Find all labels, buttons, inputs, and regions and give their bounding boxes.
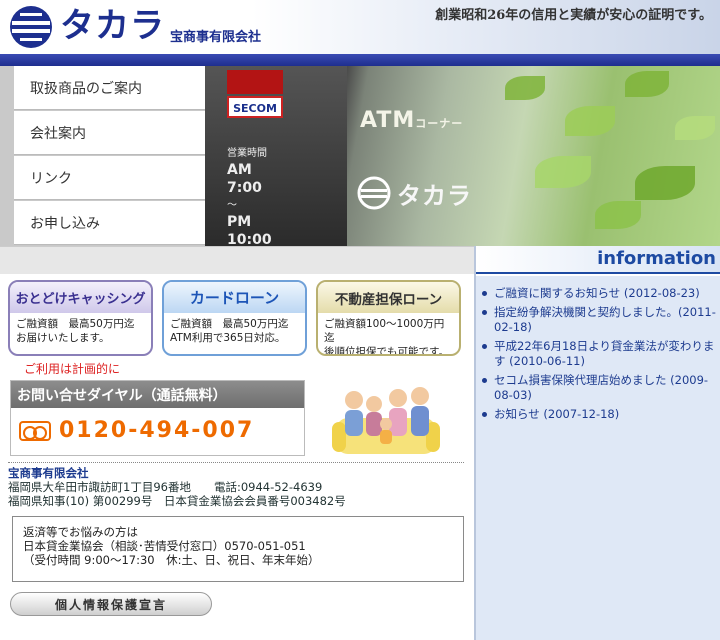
card-body: ご融資額100〜1000万円迄 後順位担保でも可能です。 bbox=[318, 313, 459, 356]
hours-pm: PM 10:00 bbox=[227, 214, 272, 246]
consult-line: （受付時間 9:00〜17:30 休:土、日、祝日、年末年始） bbox=[23, 553, 320, 567]
card-line: ご融資額 最高50万円迄 bbox=[170, 318, 289, 330]
card-card-loan[interactable]: カードローン ご融資額 最高50万円迄 ATM利用で365日対応。 bbox=[162, 280, 307, 356]
nav-item-links[interactable]: リンク bbox=[14, 156, 205, 200]
info-item[interactable]: ご融資に関するお知らせ (2012-08-23) bbox=[480, 286, 716, 301]
company-subtitle: 宝商事有限会社 bbox=[170, 30, 262, 45]
hours-am: AM 7:00 bbox=[227, 162, 262, 196]
hours-sep: 〜 bbox=[227, 200, 237, 211]
consult-line: 返済等でお悩みの方は bbox=[23, 525, 138, 539]
company-address: 福岡県大牟田市諏訪町1丁目96番地 電話:0944-52-4639 bbox=[8, 480, 323, 494]
card-title: おとどけキャッシング bbox=[10, 282, 151, 313]
card-line: ご融資額100〜1000万円迄 bbox=[324, 318, 445, 344]
hero-image: SECOM 営業時間 AM 7:00 〜 PM 10:00 ATMコーナー タカ… bbox=[205, 66, 720, 246]
info-item[interactable]: セコム損害保険代理店始めました (2009-08-03) bbox=[480, 373, 716, 403]
consultation-box: 返済等でお悩みの方は 日本貸金業協会（相談･苦情受付窓口）0570-051-05… bbox=[12, 516, 464, 582]
card-body: ご融資額 最高50万円迄 お届けいたします。 bbox=[10, 313, 151, 349]
leaf-decoration bbox=[625, 71, 669, 97]
atm-label: ATM bbox=[360, 108, 416, 133]
phone-number-row: 0120-494-007 bbox=[11, 408, 304, 453]
company-name: 宝商事有限会社 bbox=[8, 466, 89, 480]
consult-line: 日本貸金業協会（相談･苦情受付窓口）0570-051-051 bbox=[23, 539, 306, 553]
nav-item-apply[interactable]: お申し込み bbox=[14, 201, 205, 245]
nav-item-company[interactable]: 会社案内 bbox=[14, 111, 205, 155]
company-info: 宝商事有限会社 福岡県大牟田市諏訪町1丁目96番地 電話:0944-52-463… bbox=[8, 466, 346, 508]
leaf-decoration bbox=[505, 76, 545, 100]
header: タカラ 宝商事有限会社 創業昭和26年の信用と実績が安心の証明です。 bbox=[0, 0, 720, 54]
company-license: 福岡県知事(10) 第00299号 日本貸金業協会会員番号003482号 bbox=[8, 494, 346, 508]
leaf-decoration bbox=[565, 106, 615, 136]
header-band bbox=[0, 54, 720, 66]
tagline: 創業昭和26年の信用と実績が安心の証明です。 bbox=[435, 8, 712, 23]
card-body: ご融資額 最高50万円迄 ATM利用で365日対応。 bbox=[164, 313, 305, 349]
contact-heading: お問い合せダイヤル（通話無料） bbox=[11, 381, 304, 408]
leaf-decoration bbox=[535, 156, 591, 188]
privacy-policy-button[interactable]: 個人情報保護宣言 bbox=[10, 592, 212, 616]
card-line: お届けいたします。 bbox=[16, 332, 110, 344]
main-nav: 取扱商品のご案内 会社案内 リンク お申し込み bbox=[0, 66, 205, 246]
info-list: ご融資に関するお知らせ (2012-08-23) 指定紛争解決機関と契約しました… bbox=[480, 286, 716, 426]
leaf-decoration bbox=[675, 116, 715, 140]
free-dial-icon bbox=[19, 420, 51, 441]
hero-brand: タカラ bbox=[397, 182, 472, 210]
leaf-decoration bbox=[595, 201, 641, 229]
atm-suffix: コーナー bbox=[415, 117, 464, 130]
card-title: 不動産担保ローン bbox=[318, 282, 459, 313]
brand-name[interactable]: タカラ bbox=[60, 3, 165, 49]
secom-sign: SECOM bbox=[227, 96, 283, 118]
family-illustration bbox=[332, 387, 440, 454]
card-delivery-cashing[interactable]: おとどけキャッシング ご融資額 最高50万円迄 お届けいたします。 bbox=[8, 280, 153, 356]
sign-red-bar bbox=[227, 70, 283, 94]
card-real-estate-loan[interactable]: 不動産担保ローン ご融資額100〜1000万円迄 後順位担保でも可能です。 bbox=[316, 280, 461, 356]
phone-number[interactable]: 0120-494-007 bbox=[59, 418, 254, 443]
info-item[interactable]: 指定紛争解決機関と契約しました。(2011-02-18) bbox=[480, 305, 716, 335]
nav-item-products[interactable]: 取扱商品のご案内 bbox=[14, 66, 205, 110]
hours-title: 営業時間 bbox=[227, 148, 267, 159]
page: タカラ 宝商事有限会社 創業昭和26年の信用と実績が安心の証明です。 取扱商品の… bbox=[0, 0, 720, 640]
info-title: information bbox=[597, 248, 716, 269]
info-header: information bbox=[476, 246, 720, 274]
info-item[interactable]: お知らせ (2007-12-18) bbox=[480, 407, 716, 422]
divider bbox=[8, 462, 464, 463]
card-line: ATM利用で365日対応。 bbox=[170, 332, 286, 344]
info-item[interactable]: 平成22年6月18日より貸金業法が変わります (2010-06-11) bbox=[480, 339, 716, 369]
contact-dial-box: お問い合せダイヤル（通話無料） 0120-494-007 bbox=[10, 380, 305, 456]
leaf-decoration bbox=[635, 166, 695, 200]
card-line: 後順位担保でも可能です。 bbox=[324, 346, 449, 356]
hero-logo-icon bbox=[357, 176, 391, 210]
card-title: カードローン bbox=[164, 282, 305, 313]
takara-logo-icon bbox=[10, 6, 52, 48]
atm-sign: ATMコーナー bbox=[360, 108, 463, 133]
card-line: ご融資額 最高50万円迄 bbox=[16, 318, 135, 330]
plan-note: ご利用は計画的に bbox=[24, 362, 121, 376]
info-panel: ご融資に関するお知らせ (2012-08-23) 指定紛争解決機関と契約しました… bbox=[476, 276, 720, 640]
business-hours: 営業時間 AM 7:00 〜 PM 10:00 bbox=[227, 146, 287, 246]
